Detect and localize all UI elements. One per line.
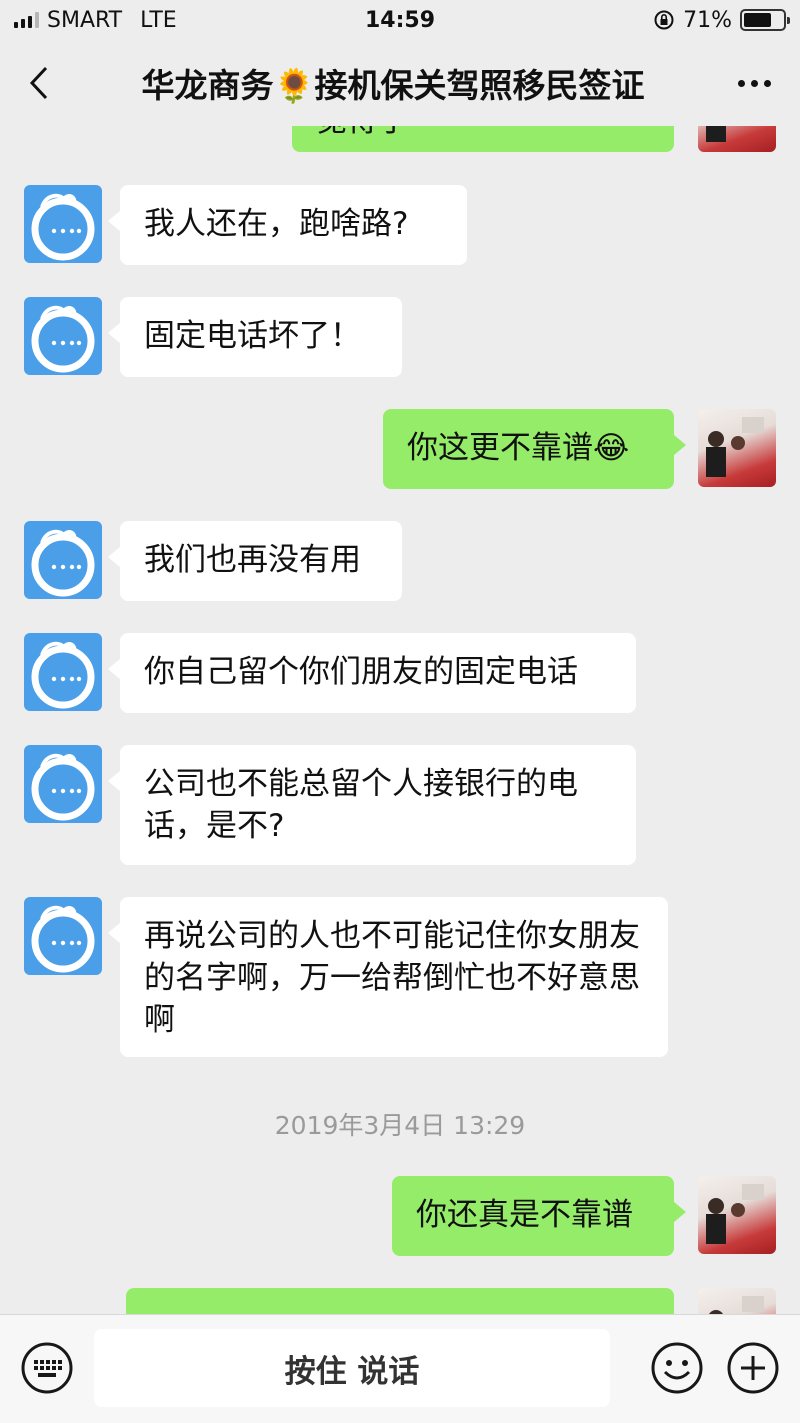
message-bubble-received[interactable]: 公司也不能总留个人接银行的电话，是不?	[108, 745, 636, 865]
dragon-logo-icon	[31, 905, 95, 973]
message-text: 固定电话坏了！	[144, 318, 361, 354]
chat-title: 华龙商务🌻接机保关驾照移民签证	[141, 66, 645, 105]
message-bubble-sent[interactable]: 你还真是不靠谱	[392, 1176, 686, 1256]
battery-icon	[740, 9, 790, 31]
dragon-logo-icon	[31, 193, 95, 261]
status-left: SMART LTE	[14, 8, 177, 33]
status-right: 71%	[653, 7, 790, 33]
message-text: 觉得了	[316, 126, 409, 139]
battery-fill	[744, 13, 771, 27]
message-text: 你还真是不靠谱	[416, 1197, 633, 1233]
message-text: 我人还在，跑啥路?	[144, 206, 409, 242]
chat-header: 华龙商务🌻接机保关驾照移民签证	[0, 40, 800, 126]
my-avatar[interactable]	[698, 1288, 776, 1314]
my-avatar[interactable]	[698, 126, 776, 152]
message-bubble-received[interactable]: 我人还在，跑啥路?	[108, 185, 467, 265]
contact-avatar[interactable]	[24, 897, 102, 975]
my-avatar[interactable]	[698, 409, 776, 487]
back-icon[interactable]	[24, 63, 54, 103]
contact-avatar[interactable]	[24, 185, 102, 263]
message-timestamp: 2019年3月4日 13:29	[274, 1111, 526, 1140]
rotation-lock-icon	[654, 10, 674, 30]
message-text: 再说公司的人也不可能记住你女朋友的名字啊，万一给帮倒忙也不好意思啊	[144, 918, 640, 1038]
network-type: LTE	[140, 7, 177, 33]
more-options-icon[interactable]	[732, 63, 776, 103]
contact-avatar[interactable]	[24, 633, 102, 711]
message-text: 你这更不靠谱😂	[407, 430, 630, 466]
hold-to-talk-button[interactable]: 按住 说话	[94, 1329, 610, 1407]
contact-avatar[interactable]	[24, 745, 102, 823]
carrier-name: SMART	[47, 7, 123, 33]
dragon-logo-icon	[31, 529, 95, 597]
message-bubble-sent[interactable]: 觉得了	[292, 126, 674, 152]
contact-avatar[interactable]	[24, 521, 102, 599]
message-text: 公司也不能总留个人接银行的电话，是不?	[144, 766, 578, 844]
dragon-logo-icon	[31, 641, 95, 709]
message-bubble-received[interactable]: 再说公司的人也不可能记住你女朋友的名字啊，万一给帮倒忙也不好意思啊	[108, 897, 668, 1057]
dragon-logo-icon	[31, 753, 95, 821]
my-avatar[interactable]	[698, 1176, 776, 1254]
dragon-logo-icon	[31, 305, 95, 373]
signal-icon	[14, 12, 39, 28]
message-bubble-sent[interactable]	[126, 1288, 674, 1314]
message-bubble-sent[interactable]: 你这更不靠谱😂	[383, 409, 686, 489]
input-bar: 按住 说话	[0, 1314, 800, 1423]
contact-avatar[interactable]	[24, 297, 102, 375]
chat-area[interactable]: 觉得了 我人还在，跑啥路? 固定电话坏了！ 你这更不靠谱😂	[0, 126, 800, 1314]
keyboard-icon[interactable]	[20, 1341, 74, 1395]
plus-icon[interactable]	[726, 1341, 780, 1395]
message-text: 你自己留个你们朋友的固定电话	[144, 654, 578, 690]
emoji-icon[interactable]	[650, 1341, 704, 1395]
message-bubble-received[interactable]: 你自己留个你们朋友的固定电话	[108, 633, 636, 713]
message-bubble-received[interactable]: 固定电话坏了！	[108, 297, 402, 377]
battery-percent: 71%	[683, 7, 732, 33]
status-bar: SMART LTE 14:59 71%	[0, 0, 800, 40]
message-bubble-received[interactable]: 我们也再没有用	[108, 521, 402, 601]
message-text: 我们也再没有用	[144, 542, 361, 578]
